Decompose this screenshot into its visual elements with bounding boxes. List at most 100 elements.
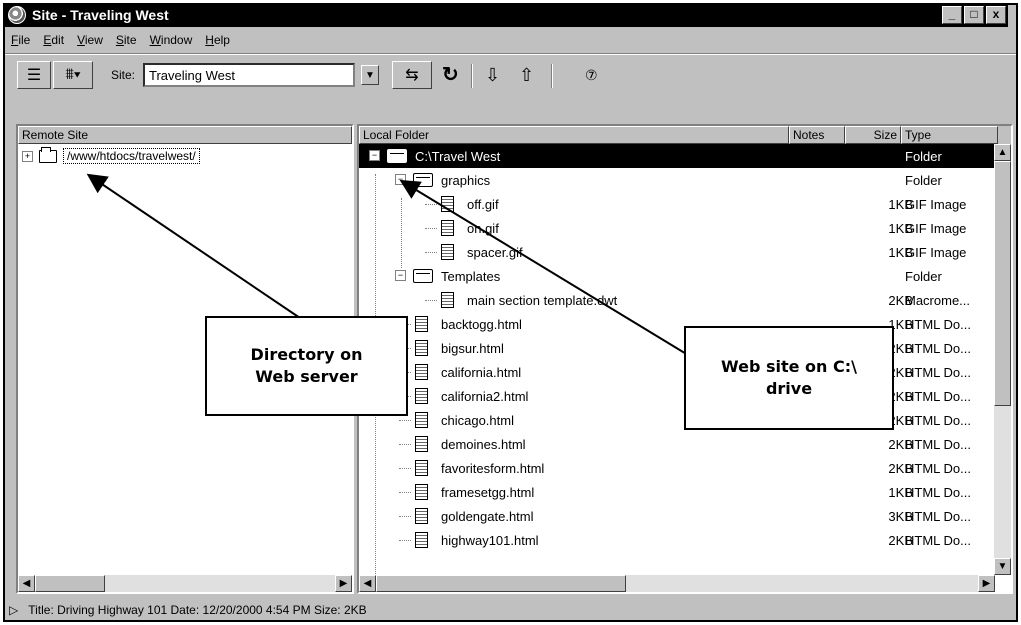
remote-hscrollbar[interactable]: ◀ ▶	[18, 575, 352, 592]
vscroll-thumb[interactable]	[994, 161, 1011, 406]
file-name: spacer.gif	[467, 244, 523, 260]
file-type: HTML Do...	[905, 316, 971, 332]
tree-line	[425, 300, 437, 301]
collapse-icon[interactable]: −	[369, 150, 380, 161]
file-type: Folder	[905, 268, 942, 284]
menu-view[interactable]: View	[77, 33, 103, 47]
refresh-icon[interactable]: ↻	[442, 64, 459, 86]
scroll-right-button[interactable]: ▶	[335, 575, 352, 592]
close-button[interactable]: x	[986, 6, 1006, 24]
folder-row[interactable]: − Templates Folder	[359, 264, 1011, 288]
put-files-icon[interactable]: ⇧	[519, 64, 534, 86]
file-row[interactable]: favoritesform.html 2KB HTML Do...	[359, 456, 1011, 480]
file-icon	[441, 292, 454, 308]
folder-row[interactable]: − graphics Folder	[359, 168, 1011, 192]
chevron-down-icon: ▼	[365, 69, 375, 81]
file-icon	[415, 388, 428, 404]
file-row[interactable]: on.gif 1KB GIF Image	[359, 216, 1011, 240]
local-vscrollbar[interactable]: ▲ ▼	[994, 144, 1011, 575]
file-row[interactable]: spacer.gif 1KB GIF Image	[359, 240, 1011, 264]
scroll-thumb[interactable]	[35, 575, 105, 592]
folder-icon	[387, 149, 407, 163]
menu-file[interactable]: File	[11, 33, 30, 47]
get-files-icon[interactable]: ⇩	[485, 64, 500, 86]
folder-icon	[413, 173, 433, 187]
list-icon: ☰	[26, 67, 42, 84]
maximize-button[interactable]: □	[964, 6, 984, 24]
menu-window[interactable]: Window	[150, 33, 193, 47]
file-row[interactable]: framesetgg.html 1KB HTML Do...	[359, 480, 1011, 504]
file-type: HTML Do...	[905, 364, 971, 380]
file-icon	[415, 484, 428, 500]
connect-button[interactable]: ⇆	[392, 61, 432, 89]
file-type: Macrome...	[905, 292, 971, 308]
hscroll-thumb[interactable]	[376, 575, 626, 592]
connect-icon: ⇆	[405, 67, 419, 84]
file-icon	[415, 340, 428, 356]
callout-web-server: Directory on Web server	[205, 316, 408, 416]
title-bar[interactable]: Site - Traveling West _ □ x	[3, 3, 1008, 27]
file-name: off.gif	[467, 196, 499, 212]
expand-icon[interactable]: +	[22, 150, 33, 162]
tree-line	[399, 468, 411, 469]
notes-header[interactable]: Notes	[789, 126, 845, 144]
file-type: HTML Do...	[905, 388, 971, 404]
type-header[interactable]: Type	[901, 126, 998, 144]
file-name: backtogg.html	[441, 316, 522, 332]
help-icon[interactable]: ⑦	[585, 64, 598, 86]
scroll-down-button[interactable]: ▼	[994, 558, 1011, 575]
file-row[interactable]: goldengate.html 3KB HTML Do...	[359, 504, 1011, 528]
status-text: Title: Driving Highway 101 Date: 12/20/2…	[28, 603, 367, 617]
tree-line	[399, 420, 411, 421]
file-type: HTML Do...	[905, 508, 971, 524]
expand-arrow-icon[interactable]: ▷	[9, 603, 18, 617]
site-dropdown-value: Traveling West	[149, 68, 235, 83]
tree-line	[425, 204, 437, 205]
collapse-icon[interactable]: −	[395, 270, 406, 281]
file-name: Templates	[441, 268, 501, 284]
remote-root-item[interactable]: + /www/htdocs/travelwest/	[22, 146, 200, 164]
local-hscrollbar[interactable]: ◀ ▶	[359, 575, 995, 592]
minimize-button[interactable]: _	[942, 6, 962, 24]
scroll-up-button[interactable]: ▲	[994, 144, 1011, 161]
scroll-left-button[interactable]: ◀	[18, 575, 35, 592]
file-type: GIF Image	[905, 220, 967, 236]
tree-line	[401, 198, 402, 268]
file-name: california.html	[441, 364, 522, 380]
file-icon	[415, 508, 428, 524]
scroll-right-button[interactable]: ▶	[978, 575, 995, 592]
menu-edit[interactable]: Edit	[43, 33, 64, 47]
file-type: GIF Image	[905, 244, 967, 260]
file-type: HTML Do...	[905, 484, 971, 500]
menu-help[interactable]: Help	[205, 33, 230, 47]
file-name: framesetgg.html	[441, 484, 535, 500]
file-name: california2.html	[441, 388, 529, 404]
file-row[interactable]: main section template.dwt 2KB Macrome...	[359, 288, 1011, 312]
tree-line	[399, 492, 411, 493]
site-files-button[interactable]: ☰	[17, 61, 51, 89]
file-row[interactable]: demoines.html 2KB HTML Do...	[359, 432, 1011, 456]
remote-site-header[interactable]: Remote Site	[18, 126, 352, 144]
file-type: HTML Do...	[905, 436, 971, 452]
size-header[interactable]: Size	[845, 126, 901, 144]
file-row[interactable]: highway101.html 2KB HTML Do...	[359, 528, 1011, 552]
site-map-button[interactable]: ⩩▾	[53, 61, 93, 89]
file-name: main section template.dwt	[467, 292, 618, 308]
local-folder-header[interactable]: Local Folder	[359, 126, 789, 144]
site-dropdown-arrow[interactable]: ▼	[361, 65, 379, 85]
file-icon	[415, 412, 428, 428]
scroll-left-button[interactable]: ◀	[359, 575, 376, 592]
file-type: HTML Do...	[905, 532, 971, 548]
file-name: goldengate.html	[441, 508, 534, 524]
tree-line	[425, 228, 437, 229]
folder-row[interactable]: − C:\Travel West Folder	[359, 144, 1011, 168]
menu-bar: File Edit View Site Window Help	[5, 30, 230, 50]
file-row[interactable]: off.gif 1KB GIF Image	[359, 192, 1011, 216]
toolbar-separator	[471, 64, 473, 88]
site-dropdown[interactable]: Traveling West	[143, 63, 355, 87]
menu-site[interactable]: Site	[116, 33, 137, 47]
file-name: demoines.html	[441, 436, 526, 452]
file-type: Folder	[905, 172, 942, 188]
file-icon	[441, 244, 454, 260]
collapse-icon[interactable]: −	[395, 174, 406, 185]
